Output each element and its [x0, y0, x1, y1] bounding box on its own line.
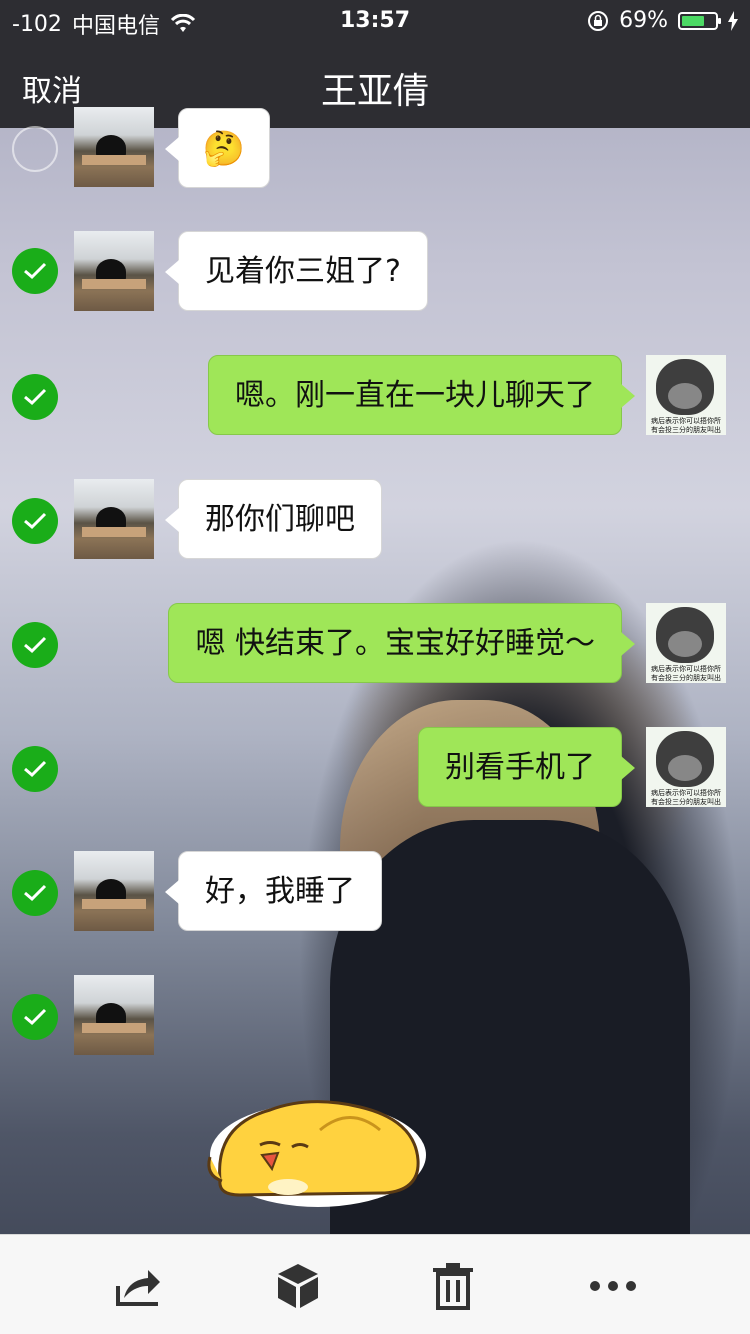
message-bubble[interactable]: 别看手机了 — [418, 727, 635, 807]
select-checkbox[interactable] — [12, 994, 58, 1040]
select-checkbox[interactable] — [12, 126, 58, 172]
message-bubble[interactable]: 嗯。刚一直在一块儿聊天了 — [208, 355, 635, 435]
checkmark-icon — [24, 636, 47, 654]
checkmark-icon — [24, 760, 47, 778]
sleeping-chick-sticker[interactable] — [200, 1085, 430, 1210]
select-checkbox[interactable] — [12, 622, 58, 668]
select-checkbox[interactable] — [12, 248, 58, 294]
message-bubble[interactable]: 那你们聊吧 — [165, 479, 382, 559]
checkmark-icon — [24, 388, 47, 406]
my-avatar[interactable]: 病后表示你可以捂你所有会投三分的朋友叫出来 — [646, 355, 726, 435]
bottom-toolbar — [0, 1234, 750, 1334]
my-avatar[interactable]: 病后表示你可以捂你所有会投三分的朋友叫出来 — [646, 603, 726, 683]
battery-icon — [678, 11, 721, 30]
checkmark-icon — [24, 1008, 47, 1026]
battery-percent: 69% — [619, 8, 668, 33]
more-icon — [590, 1281, 636, 1291]
favorite-box-icon — [278, 1264, 318, 1308]
select-checkbox[interactable] — [12, 374, 58, 420]
contact-avatar[interactable] — [74, 975, 154, 1055]
share-button[interactable] — [113, 1261, 163, 1311]
more-button[interactable] — [588, 1261, 638, 1311]
contact-avatar[interactable] — [74, 107, 154, 187]
select-checkbox[interactable] — [12, 870, 58, 916]
status-bar: -102 中国电信 13:57 69% — [0, 0, 750, 40]
select-checkbox[interactable] — [12, 498, 58, 544]
my-avatar[interactable]: 病后表示你可以捂你所有会投三分的朋友叫出来 — [646, 727, 726, 807]
favorite-button[interactable] — [273, 1261, 323, 1311]
contact-avatar[interactable] — [74, 479, 154, 559]
message-bubble[interactable]: 嗯 快结束了。宝宝好好睡觉～ — [168, 603, 635, 683]
select-checkbox[interactable] — [12, 746, 58, 792]
checkmark-icon — [24, 884, 47, 902]
message-bubble[interactable]: 🤔 — [165, 108, 270, 188]
checkmark-icon — [24, 262, 47, 280]
checkmark-icon — [24, 512, 47, 530]
share-icon — [116, 1270, 160, 1306]
rotation-lock-icon — [588, 10, 609, 31]
contact-avatar[interactable] — [74, 851, 154, 931]
message-bubble[interactable]: 好，我睡了 — [165, 851, 382, 931]
charging-icon — [728, 10, 738, 31]
message-bubble[interactable]: 见着你三姐了? — [165, 231, 428, 311]
delete-icon — [433, 1263, 473, 1310]
contact-avatar[interactable] — [74, 231, 154, 311]
delete-button[interactable] — [428, 1261, 478, 1311]
